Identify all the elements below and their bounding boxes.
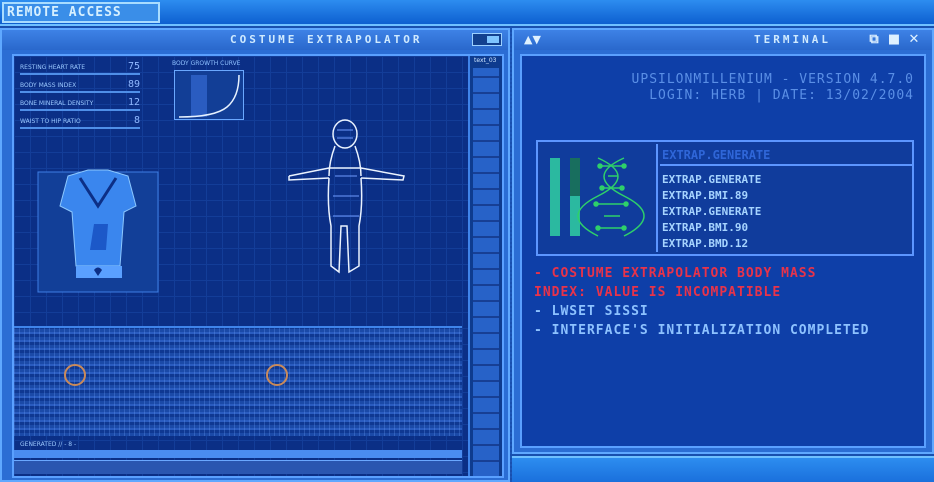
remote-access-tab[interactable]: REMOTE ACCESS [2,2,160,23]
top-taskbar: REMOTE ACCESS [0,0,934,26]
maximize-icon[interactable]: ■ [886,32,902,48]
terminal-panel: UPSILONMILLENIUM - VERSION 4.7.0 LOGIN: … [520,54,926,448]
target-ring-icon [64,364,86,386]
command-header: EXTRAP.GENERATE [660,144,912,166]
terminal-window: ▲▼ TERMINAL ⧉ ■ ✕ UPSILONMILLENIUM - VER… [512,28,934,454]
stat-row: RESTING HEART RATE 75 [20,61,140,75]
extrapolator-panel: RESTING HEART RATE 75 BODY MASS INDEX 89… [12,54,504,478]
window-titlebar[interactable]: COSTUME EXTRAPOLATOR [2,30,508,50]
collapse-arrows-icon[interactable]: ▲▼ [524,33,541,46]
stat-row: WAIST TO HIP RATIO 8 [20,115,140,129]
stat-row: BONE MINERAL DENSITY 12 [20,97,140,111]
costume-torso-preview [28,166,168,296]
scroll-column[interactable]: text_03 [468,56,502,476]
log-message: - LWSET SISSI [534,304,649,319]
toggle-icon[interactable] [472,33,502,46]
command-item: EXTRAP.BMI.89 [662,189,749,202]
stat-row: BODY MASS INDEX 89 [20,79,140,93]
window-title: TERMINAL [754,33,831,46]
costume-extrapolator-window: COSTUME EXTRAPOLATOR RESTING HEART RATE … [0,28,510,482]
command-box: EXTRAP.GENERATE EXTRAP.GENERATE EXTRAP.B… [536,140,914,256]
command-item: EXTRAP.GENERATE [662,173,762,186]
stat-label: BONE MINERAL DENSITY [20,100,94,107]
stat-value: 8 [133,115,140,126]
window-title: COSTUME EXTRAPOLATOR [230,33,423,46]
dna-helix-icon [550,157,645,237]
command-item: EXTRAP.GENERATE [662,205,762,218]
bottom-taskbar [512,456,934,482]
command-list: EXTRAP.GENERATE EXTRAP.BMI.89 EXTRAP.GEN… [662,172,761,252]
curve-label: BODY GROWTH CURVE [172,60,241,67]
close-icon[interactable]: ✕ [906,32,922,48]
header-version: UPSILONMILLENIUM - VERSION 4.7.0 [631,72,914,87]
error-message: - COSTUME EXTRAPOLATOR BODY MASS [534,266,817,281]
error-message: INDEX: VALUE IS INCOMPATIBLE [534,285,782,300]
header-login: LOGIN: HERB | DATE: 13/02/2004 [649,88,914,103]
generated-label: GENERATED // - 8 - [20,441,77,448]
progress-bar [14,450,462,458]
stat-value: 89 [127,79,140,90]
column-rows [473,68,499,476]
command-item: EXTRAP.BMI.90 [662,221,749,234]
log-message: - INTERFACE'S INITIALIZATION COMPLETED [534,323,870,338]
stat-label: RESTING HEART RATE [20,64,85,71]
stat-label: WAIST TO HIP RATIO [20,118,81,125]
window-titlebar[interactable]: ▲▼ TERMINAL ⧉ ■ ✕ [514,30,932,50]
restore-icon[interactable]: ⧉ [866,32,882,48]
stat-value: 75 [127,61,140,72]
body-model-wireframe [288,119,405,274]
status-bar [14,460,462,474]
command-item: EXTRAP.BMD.12 [662,237,749,250]
stat-label: BODY MASS INDEX [20,82,77,89]
growth-curve-chart [174,70,244,120]
column-label: text_03 [474,57,497,64]
target-ring-icon [266,364,288,386]
stat-value: 12 [127,97,140,108]
data-stream-visualization [14,326,462,436]
